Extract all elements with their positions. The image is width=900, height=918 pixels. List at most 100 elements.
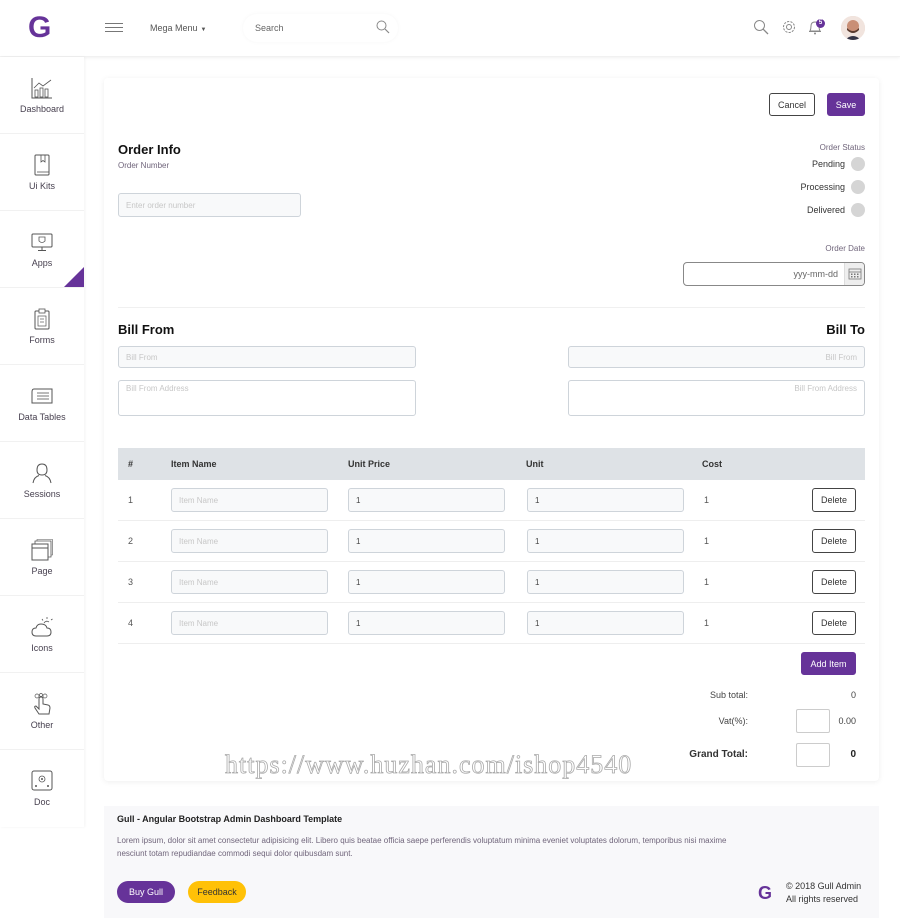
grand-total-value: 0	[850, 749, 856, 760]
radio-circle[interactable]	[851, 157, 865, 171]
search-icon[interactable]	[753, 19, 769, 35]
sidebar-label: Ui Kits	[28, 181, 55, 191]
item-name-input[interactable]	[171, 529, 328, 553]
invoice-card: Cancel Save Order Info Order Number Orde…	[104, 78, 879, 781]
mega-menu-dropdown[interactable]: Mega Menu ▼	[150, 23, 206, 33]
clipboard-icon	[34, 308, 50, 330]
add-item-button[interactable]: Add Item	[801, 652, 856, 675]
unit-input[interactable]	[527, 611, 684, 635]
sidebar-label: Data Tables	[18, 412, 66, 422]
status-radio-delivered[interactable]: Delivered	[807, 203, 865, 217]
bill-to-name-input[interactable]	[568, 346, 865, 368]
menu-toggle-button[interactable]	[105, 23, 123, 34]
sidebar-label: Sessions	[23, 489, 61, 499]
vat-label: Vat(%):	[718, 716, 748, 726]
save-button[interactable]: Save	[827, 93, 865, 116]
row-number: 4	[128, 618, 134, 628]
sidebar-item-icons[interactable]: Icons	[0, 596, 84, 673]
sidebar-label: Other	[30, 720, 54, 730]
column-header-cost: Cost	[702, 459, 722, 469]
sidebar-item-dashboard[interactable]: Dashboard	[0, 57, 84, 134]
pages-icon	[31, 539, 53, 561]
item-name-input[interactable]	[171, 570, 328, 594]
brand-logo[interactable]: G	[28, 12, 51, 44]
sidebar-item-ui-kits[interactable]: Ui Kits	[0, 134, 84, 211]
gear-icon[interactable]	[781, 19, 797, 35]
order-number-input[interactable]	[118, 193, 301, 217]
footer: Gull - Angular Bootstrap Admin Dashboard…	[104, 806, 879, 918]
item-name-input[interactable]	[171, 611, 328, 635]
cancel-button[interactable]: Cancel	[769, 93, 815, 116]
hand-touch-icon	[34, 693, 51, 715]
dashboard-chart-icon	[31, 78, 52, 99]
unit-input[interactable]	[527, 529, 684, 553]
order-status-label: Order Status	[819, 143, 865, 152]
caret-down-icon: ▼	[200, 27, 207, 33]
row-cost: 1	[704, 618, 710, 628]
table-row: 1 1 Delete	[118, 480, 865, 521]
unit-price-input[interactable]	[348, 611, 505, 635]
delete-row-button[interactable]: Delete	[812, 529, 856, 553]
order-info-title: Order Info	[118, 142, 181, 157]
notification-badge: 5	[816, 19, 825, 28]
row-number: 3	[128, 577, 134, 587]
item-name-input[interactable]	[171, 488, 328, 512]
bill-to-title: Bill To	[826, 322, 865, 337]
user-avatar[interactable]	[841, 16, 865, 40]
grand-total-input[interactable]	[796, 743, 830, 767]
status-radio-processing[interactable]: Processing	[800, 180, 865, 194]
radio-circle[interactable]	[851, 203, 865, 217]
sidebar: Dashboard Ui Kits Apps Forms Data Tables…	[0, 57, 84, 827]
delete-row-button[interactable]: Delete	[812, 570, 856, 594]
unit-price-input[interactable]	[348, 570, 505, 594]
order-date-input[interactable]	[690, 267, 838, 281]
radio-circle[interactable]	[851, 180, 865, 194]
sidebar-item-forms[interactable]: Forms	[0, 288, 84, 365]
sidebar-item-page[interactable]: Page	[0, 519, 84, 596]
row-cost: 1	[704, 495, 710, 505]
status-label: Processing	[800, 182, 845, 192]
sidebar-item-data-tables[interactable]: Data Tables	[0, 365, 84, 442]
sidebar-label: Dashboard	[19, 104, 65, 114]
column-header-unit: Unit	[526, 459, 544, 469]
calendar-button[interactable]	[844, 263, 864, 285]
bill-to-address-input[interactable]	[568, 380, 865, 416]
sidebar-item-other[interactable]: Other	[0, 673, 84, 750]
delete-row-button[interactable]: Delete	[812, 488, 856, 512]
unit-input[interactable]	[527, 570, 684, 594]
sidebar-label: Icons	[31, 643, 53, 653]
search-input[interactable]	[255, 20, 365, 36]
row-cost: 1	[704, 577, 710, 587]
table-row: 3 1 Delete	[118, 562, 865, 603]
search-bar	[243, 14, 398, 42]
order-number-label: Order Number	[118, 161, 170, 170]
status-label: Delivered	[806, 205, 845, 215]
bill-from-name-input[interactable]	[118, 346, 416, 368]
footer-title: Gull - Angular Bootstrap Admin Dashboard…	[117, 814, 343, 824]
grand-total-label: Grand Total:	[689, 749, 748, 760]
delete-row-button[interactable]: Delete	[812, 611, 856, 635]
search-icon[interactable]	[376, 20, 390, 34]
calendar-icon	[848, 268, 862, 280]
rights-text: All rights reserved	[786, 894, 859, 904]
watermark-text: https://www.huzhan.com/ishop4540	[225, 750, 633, 780]
top-header: G Mega Menu▼ 5	[0, 0, 900, 57]
unit-input[interactable]	[527, 488, 684, 512]
unit-price-input[interactable]	[348, 488, 505, 512]
sidebar-item-sessions[interactable]: Sessions	[0, 442, 84, 519]
row-cost: 1	[704, 536, 710, 546]
vat-input[interactable]	[796, 709, 830, 733]
feedback-button[interactable]: Feedback	[188, 881, 246, 903]
buy-gull-button[interactable]: Buy Gull	[117, 881, 175, 903]
unit-price-input[interactable]	[348, 529, 505, 553]
subtotal-label: Sub total:	[709, 690, 748, 700]
footer-logo: G	[758, 883, 773, 903]
copyright-text: © 2018 Gull Admin	[786, 881, 862, 891]
status-radio-pending[interactable]: Pending	[812, 157, 865, 171]
bill-from-address-input[interactable]	[118, 380, 416, 416]
bill-from-title: Bill From	[118, 322, 175, 337]
sidebar-label: Page	[31, 566, 53, 576]
row-number: 1	[128, 495, 134, 505]
column-header-unit-price: Unit Price	[348, 459, 391, 469]
sidebar-item-doc[interactable]: Doc	[0, 750, 84, 827]
